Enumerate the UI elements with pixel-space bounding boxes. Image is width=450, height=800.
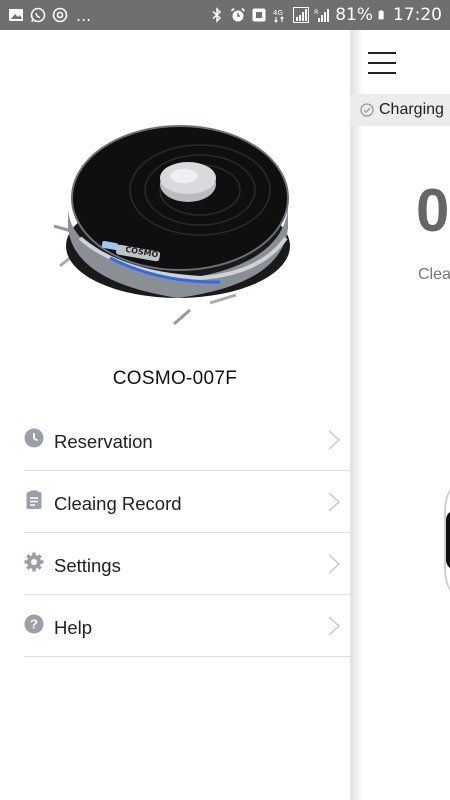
chevron-right-icon bbox=[328, 616, 340, 636]
chevron-right-icon bbox=[328, 492, 340, 512]
nfc-icon bbox=[252, 8, 266, 22]
robot-vacuum-image: COSMO bbox=[53, 125, 290, 326]
start-button-edge-dark bbox=[446, 510, 450, 570]
svg-text:R: R bbox=[314, 8, 319, 16]
bluetooth-icon bbox=[212, 7, 222, 23]
image-icon bbox=[9, 9, 23, 21]
menu-item-cleaning-record[interactable]: Cleaing Record bbox=[24, 471, 350, 533]
menu-item-label: Cleaing Record bbox=[54, 493, 182, 514]
drawer-menu: Reservation Cleaing Record Settings ? He… bbox=[24, 409, 350, 657]
signal-icon bbox=[293, 7, 310, 23]
svg-text:?: ? bbox=[30, 617, 38, 632]
charging-status-label: Charging bbox=[379, 101, 444, 118]
device-name: COSMO-007F bbox=[112, 368, 238, 389]
battery-icon bbox=[378, 10, 384, 20]
whatsapp-icon bbox=[30, 7, 46, 23]
menu-item-label: Reservation bbox=[54, 431, 153, 452]
at-sign-icon bbox=[52, 7, 68, 23]
menu-item-label: Settings bbox=[54, 555, 121, 576]
battery-percent: 81% bbox=[335, 5, 373, 25]
clean-label: Clea bbox=[418, 266, 450, 283]
roaming-signal-icon: R bbox=[314, 8, 330, 22]
menu-item-help[interactable]: ? Help bbox=[24, 595, 350, 657]
status-bar: ... 4G R 81% 17:20 bbox=[0, 0, 450, 30]
navigation-drawer: COSMO COSMO-007F Reservation Cleaing Rec… bbox=[0, 30, 350, 800]
clock-icon bbox=[24, 428, 44, 448]
main-screen: Charging 0 Clea bbox=[350, 30, 450, 800]
status-bar-charging: Charging bbox=[350, 94, 450, 126]
chevron-right-icon bbox=[328, 430, 340, 450]
alarm-icon bbox=[231, 7, 246, 22]
menu-item-settings[interactable]: Settings bbox=[24, 533, 350, 595]
lte-4g-icon: 4G bbox=[273, 9, 285, 23]
menu-hamburger-icon[interactable] bbox=[368, 52, 396, 74]
check-circle-icon bbox=[360, 103, 374, 117]
question-circle-icon: ? bbox=[24, 614, 44, 634]
svg-text:4G: 4G bbox=[273, 9, 283, 17]
chevron-right-icon bbox=[328, 554, 340, 574]
menu-item-reservation[interactable]: Reservation bbox=[24, 409, 350, 471]
more-notifications: ... bbox=[76, 5, 92, 25]
big-value: 0 bbox=[416, 177, 450, 244]
clock-time: 17:20 bbox=[393, 5, 442, 25]
gear-icon bbox=[24, 552, 44, 572]
menu-item-label: Help bbox=[54, 617, 93, 638]
clipboard-icon bbox=[26, 490, 42, 509]
